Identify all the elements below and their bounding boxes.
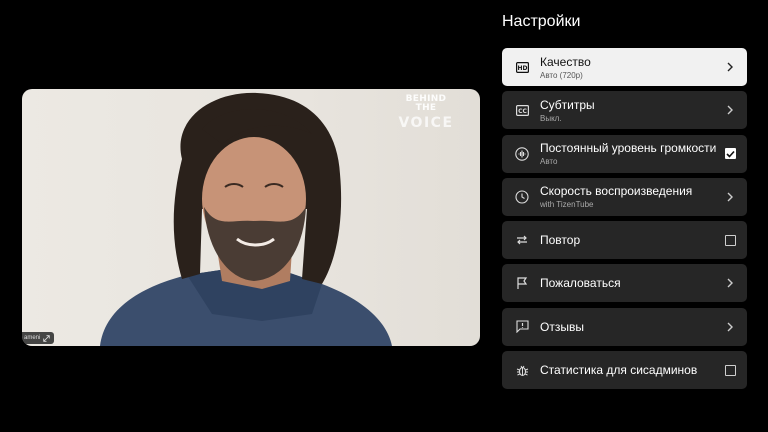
checkbox-empty-icon xyxy=(724,364,736,376)
chevron-right-icon xyxy=(724,277,736,289)
clock-icon xyxy=(515,190,529,204)
quality-value: Авто (720p) xyxy=(540,70,583,80)
cc-icon: CC xyxy=(515,103,529,117)
bug-icon xyxy=(515,363,529,377)
subtitles-value: Выкл. xyxy=(540,113,562,123)
hd-icon: HD xyxy=(515,60,529,74)
svg-text:CC: CC xyxy=(518,108,527,115)
repeat-checkbox[interactable] xyxy=(724,234,736,246)
settings-panel: HD Качество Авто (720p) CC Субтитры Выкл… xyxy=(502,48,747,394)
settings-item-repeat[interactable]: Повтор xyxy=(502,221,747,260)
subtitles-label: Субтитры xyxy=(540,97,595,112)
stats-checkbox[interactable] xyxy=(724,364,736,376)
stable-volume-label: Постоянный уровень громкости xyxy=(540,141,717,156)
audio-level-icon xyxy=(515,146,529,161)
quality-label: Качество xyxy=(540,54,591,69)
stable-volume-value: Авто xyxy=(540,157,558,167)
report-label: Пожаловаться xyxy=(540,276,621,291)
chevron-right-icon xyxy=(724,104,736,116)
stats-label: Статистика для сисадминов xyxy=(540,363,698,378)
checkmark-icon xyxy=(724,148,736,160)
svg-text:HD: HD xyxy=(517,65,527,72)
watermark-line2: VOICE xyxy=(398,115,454,131)
settings-item-stats-for-nerds[interactable]: Статистика для сисадминов xyxy=(502,351,747,390)
repeat-label: Повтор xyxy=(540,233,581,248)
video-player[interactable]: BEHIND THE VOICE ameni xyxy=(22,89,480,346)
repeat-icon xyxy=(515,233,529,247)
chevron-right-icon xyxy=(724,191,736,203)
settings-item-feedback[interactable]: Отзывы xyxy=(502,307,747,346)
settings-item-report[interactable]: Пожаловаться xyxy=(502,264,747,303)
checkbox-empty-icon xyxy=(724,234,736,246)
playback-speed-label: Скорость воспроизведения xyxy=(540,184,693,199)
camera-tag: ameni xyxy=(22,332,55,344)
settings-item-quality[interactable]: HD Качество Авто (720p) xyxy=(502,48,747,86)
settings-item-playback-speed[interactable]: Скорость воспроизведения with TizenTube xyxy=(502,177,747,216)
chevron-right-icon xyxy=(724,61,736,73)
stable-volume-checkbox[interactable] xyxy=(724,148,736,160)
settings-item-subtitles[interactable]: CC Субтитры Выкл. xyxy=(502,91,747,130)
camera-label: ameni xyxy=(24,335,41,341)
feedback-icon xyxy=(515,320,529,334)
expand-icon xyxy=(43,334,51,342)
chevron-right-icon xyxy=(724,321,736,333)
playback-speed-value: with TizenTube xyxy=(540,200,594,210)
video-watermark: BEHIND THE VOICE xyxy=(394,94,458,131)
settings-item-stable-volume[interactable]: Постоянный уровень громкости Авто xyxy=(502,134,747,173)
watermark-line1: BEHIND THE xyxy=(405,94,447,113)
feedback-label: Отзывы xyxy=(540,319,584,334)
flag-icon xyxy=(515,276,529,290)
settings-title: Настройки xyxy=(502,13,581,30)
